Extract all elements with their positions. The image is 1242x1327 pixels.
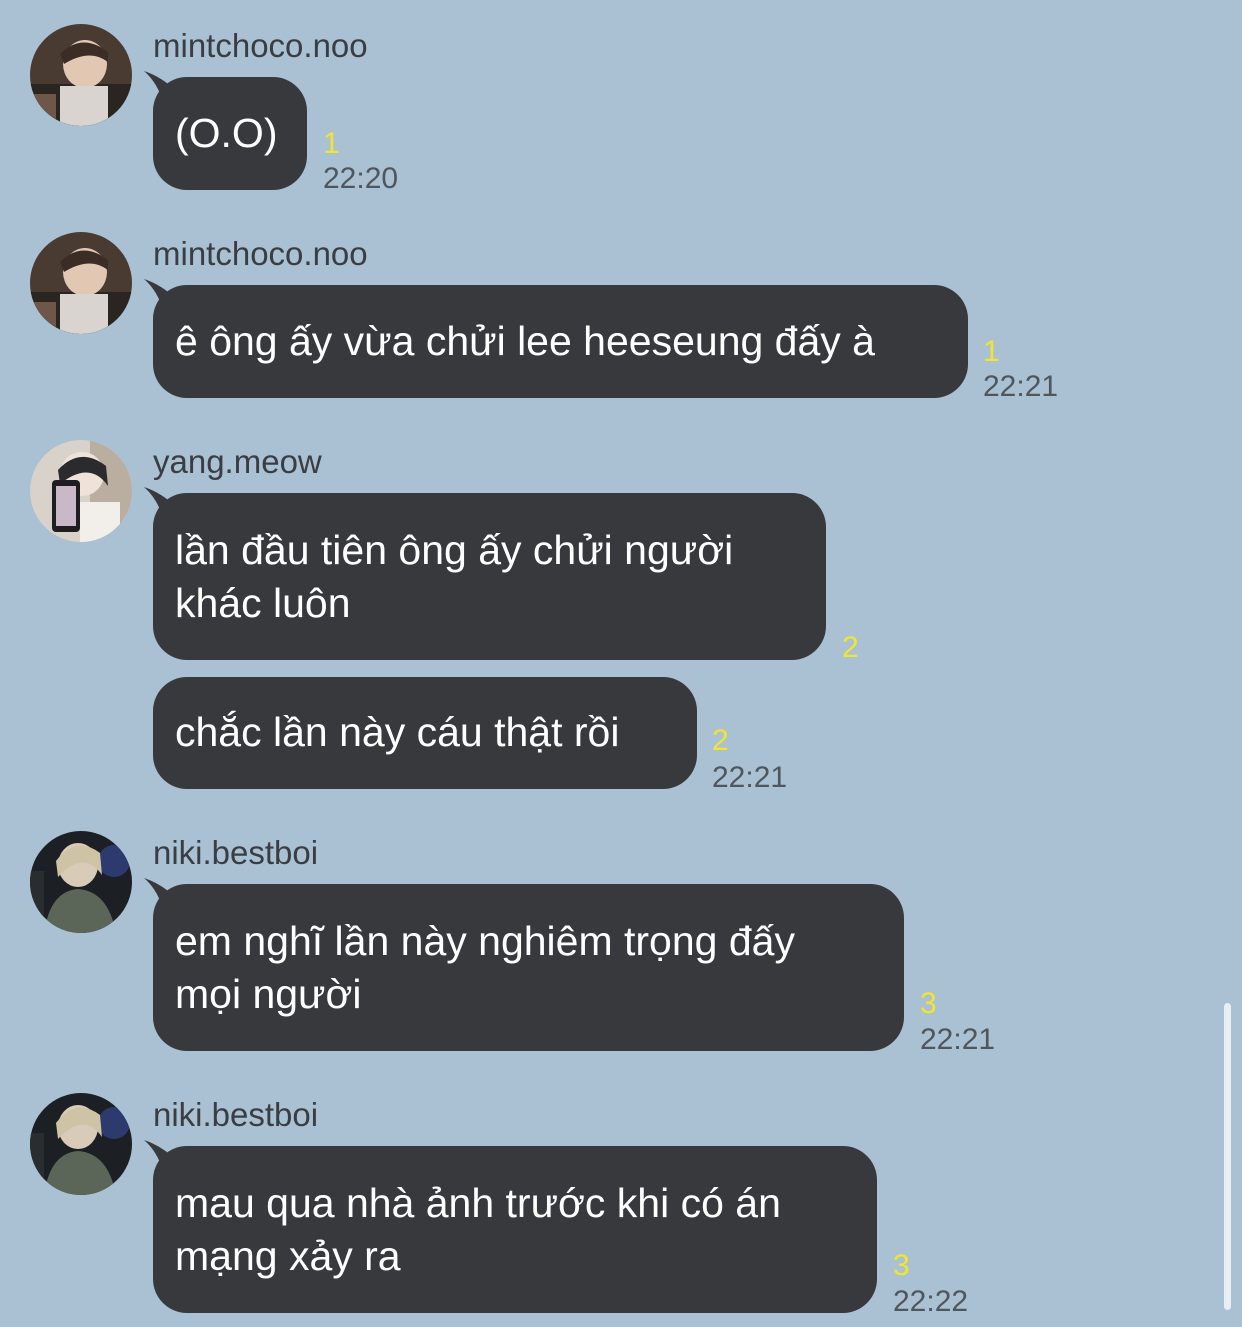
sender-name: niki.bestboi (153, 1096, 319, 1133)
message-text-line-2: khác luôn (175, 580, 351, 626)
message-time: 22:21 (983, 370, 1059, 403)
chat-message-list[interactable]: mintchoco.noo (O.O) 1 22:20 mintchoco.no… (0, 0, 1242, 1327)
avatar-niki-bestboi[interactable] (30, 831, 132, 933)
message-bubble[interactable]: lần đầu tiên ông ấy chửi người khác luôn (144, 487, 826, 660)
unread-count: 2 (712, 724, 729, 757)
bubble-tail-icon (144, 878, 176, 912)
message-time: 22:20 (323, 162, 399, 195)
message-bubble[interactable]: em nghĩ lần này nghiêm trọng đấy mọi ngư… (144, 878, 904, 1051)
avatar-niki-bestboi[interactable] (30, 1093, 132, 1195)
message-time: 22:22 (893, 1285, 969, 1318)
sender-name: yang.meow (153, 443, 322, 480)
unread-count: 3 (893, 1249, 910, 1282)
sender-name: niki.bestboi (153, 834, 319, 871)
message-time: 22:21 (712, 761, 788, 794)
message-text: ê ông ấy vừa chửi lee heeseung đấy à (175, 318, 875, 364)
unread-count: 3 (920, 987, 937, 1020)
bubble-tail-icon (144, 279, 176, 313)
message-text: chắc lần này cáu thật rồi (175, 709, 620, 755)
unread-count: 1 (323, 127, 340, 160)
sender-name: mintchoco.noo (153, 235, 368, 272)
message-text-line-2: mạng xảy ra (175, 1233, 401, 1279)
message-bubble[interactable]: mau qua nhà ảnh trước khi có án mạng xảy… (144, 1140, 877, 1313)
bubble-tail-icon (144, 1140, 176, 1174)
bubble-tail-icon (144, 71, 176, 105)
avatar-mintchoco[interactable] (30, 232, 132, 334)
message-time: 22:21 (920, 1023, 996, 1056)
message-bubble[interactable]: chắc lần này cáu thật rồi (153, 677, 697, 789)
unread-count: 2 (842, 631, 859, 664)
message-text-line-1: mau qua nhà ảnh trước khi có án (175, 1180, 781, 1226)
message-text-line-2: mọi người (175, 971, 362, 1017)
unread-count: 1 (983, 335, 1000, 368)
bubble-tail-icon (144, 487, 176, 521)
sender-name: mintchoco.noo (153, 27, 368, 64)
message-bubble[interactable]: (O.O) (144, 71, 307, 190)
avatar-yang-meow[interactable] (30, 440, 132, 542)
scrollbar[interactable] (1224, 1003, 1231, 1310)
message-text-line-1: lần đầu tiên ông ấy chửi người (175, 527, 734, 573)
message-bubble[interactable]: ê ông ấy vừa chửi lee heeseung đấy à (144, 279, 968, 398)
avatar-mintchoco[interactable] (30, 24, 132, 126)
message-text: (O.O) (175, 110, 278, 156)
message-text-line-1: em nghĩ lần này nghiêm trọng đấy (175, 918, 795, 964)
